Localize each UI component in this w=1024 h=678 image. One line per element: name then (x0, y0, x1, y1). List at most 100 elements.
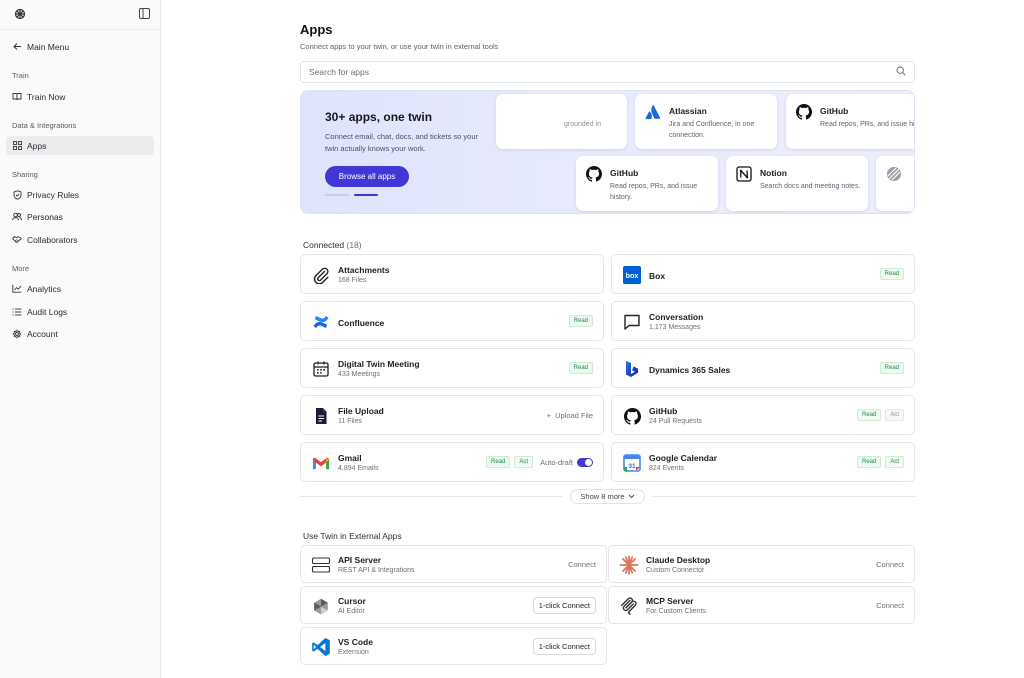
sidebar-item-privacy-rules[interactable]: Privacy Rules (6, 185, 154, 204)
app-card-notion[interactable]: Notion Search docs and meeting notes. (726, 156, 868, 211)
carousel-dot-active[interactable] (354, 194, 378, 196)
connected-app-google-calendar[interactable]: 31 Google Calendar 824 Events Read Act (611, 442, 915, 482)
app-stat: 24 Pull Requests (649, 418, 702, 425)
search-bar[interactable] (300, 61, 915, 83)
page-subtitle: Connect apps to your twin, or use your t… (300, 42, 499, 51)
connect-button[interactable]: Connect (876, 601, 904, 610)
act-badge[interactable]: Act (514, 456, 534, 468)
card-description: Search docs and meeting notes. (760, 183, 861, 190)
connected-app-github[interactable]: GitHub 24 Pull Requests Read Act (611, 395, 915, 435)
upload-file-button[interactable]: + Upload File (547, 396, 593, 434)
external-app-cursor[interactable]: Cursor AI Editor 1-click Connect (300, 586, 607, 624)
sidebar-item-account[interactable]: Account (6, 324, 154, 343)
sidebar-item-analytics[interactable]: Analytics (6, 279, 154, 298)
one-click-connect-button[interactable]: 1-click Connect (532, 637, 596, 655)
stripes-logo-icon (886, 166, 902, 182)
external-app-vs-code[interactable]: VS Code Extension 1-click Connect (300, 627, 607, 665)
promo-banner: 30+ apps, one twin Connect email, chat, … (300, 90, 915, 214)
connect-button[interactable]: Connect (568, 560, 596, 569)
app-card-atlassian[interactable]: Atlassian Jira and Confluence, in one co… (635, 94, 777, 149)
gmail-icon (312, 454, 330, 472)
handshake-icon (12, 235, 22, 245)
connected-app-digital-twin-meeting[interactable]: Digital Twin Meeting 433 Meetings Read (300, 348, 604, 388)
connected-app-confluence[interactable]: Confluence Read (300, 301, 604, 341)
sidebar-item-label: Privacy Rules (27, 189, 79, 200)
sidebar-item-personas[interactable]: Personas (6, 207, 154, 226)
sidebar-item-main-menu[interactable]: Main Menu (6, 37, 154, 56)
browse-all-apps-button[interactable]: Browse all apps (325, 166, 409, 187)
upload-file-label: Upload File (555, 410, 593, 420)
sidebar-item-collaborators[interactable]: Collaborators (6, 230, 154, 249)
show-more-label: Show 8 more (580, 492, 625, 501)
act-badge-disabled[interactable]: Act (885, 409, 904, 421)
app-card-github-bottom[interactable]: GitHub Read repos, PRs, and issue histor… (576, 156, 718, 211)
sidebar-item-train-now[interactable]: Train Now (6, 87, 154, 106)
sidebar-item-label: Main Menu (27, 41, 70, 52)
read-badge: Read (879, 362, 904, 374)
sidebar-item-label: Collaborators (27, 234, 78, 245)
page-title: Apps (300, 22, 333, 37)
notion-icon (736, 166, 752, 182)
app-description: REST API & Integrations (338, 567, 415, 574)
act-badge[interactable]: Act (885, 456, 904, 468)
app-card-partial[interactable]: grounded in (496, 94, 627, 149)
logo-icon[interactable] (14, 8, 26, 22)
divider (300, 496, 562, 497)
app-description: AI Editor (338, 608, 365, 615)
sidebar-item-label: Analytics (27, 283, 62, 294)
search-input[interactable] (309, 67, 869, 77)
app-name: Dynamics 365 Sales (649, 365, 731, 375)
external-app-api-server[interactable]: API Server REST API & Integrations Conne… (300, 545, 607, 583)
app-name: File Upload (338, 406, 384, 416)
app-card-github-top[interactable]: GitHub Read repos, PRs, and issue histor… (786, 94, 914, 149)
auto-draft-toggle[interactable] (577, 457, 593, 467)
search-icon[interactable] (896, 66, 906, 78)
app-name: Claude Desktop (646, 555, 711, 565)
sidebar-toggle-icon[interactable] (139, 8, 150, 21)
confluence-icon (312, 313, 330, 331)
dynamics-icon (623, 360, 641, 378)
sidebar-item-audit-logs[interactable]: Audit Logs (6, 302, 154, 321)
read-badge: Read (856, 456, 882, 468)
app-stat: 1,173 Messages (649, 324, 701, 331)
connected-app-box[interactable]: box Box Read (611, 254, 915, 294)
connected-title-label: Connected (303, 240, 345, 250)
gear-icon (12, 329, 22, 339)
sidebar-item-label: Audit Logs (27, 306, 68, 317)
banner-title: 30+ apps, one twin (325, 110, 433, 124)
card-partial-text: grounded in (564, 121, 601, 128)
sidebar-item-apps[interactable]: Apps (6, 136, 154, 155)
external-app-claude-desktop[interactable]: Claude Desktop Custom Connector Connect (608, 545, 915, 583)
mcp-icon (619, 596, 639, 616)
connected-app-attachments[interactable]: Attachments 168 Files (300, 254, 604, 294)
app-name: API Server (338, 555, 381, 565)
file-icon (312, 407, 330, 425)
github-icon (623, 407, 641, 425)
sidebar-item-label: Apps (27, 140, 47, 151)
sidebar-item-label: Train Now (27, 91, 66, 102)
badge-group: Read (568, 349, 593, 387)
external-app-mcp-server[interactable]: MCP Server For Custom Clients Connect (608, 586, 915, 624)
app-description: Extension (338, 649, 369, 656)
atlassian-icon (645, 104, 661, 120)
carousel-dot[interactable] (325, 194, 349, 196)
app-name: Box (649, 271, 666, 281)
plus-icon: + (546, 410, 552, 420)
banner-description: Connect email, chat, docs, and tickets s… (325, 132, 478, 153)
arrow-left-icon (12, 42, 22, 52)
grid-icon (12, 141, 22, 151)
shield-icon (12, 189, 22, 200)
read-badge: Read (568, 362, 593, 374)
show-more-button[interactable]: Show 8 more (570, 489, 645, 504)
app-name: Conversation (649, 312, 704, 322)
card-name: GitHub (820, 106, 849, 116)
connected-app-file-upload[interactable]: File Upload 11 Files + Upload File (300, 395, 604, 435)
sidebar-section-train: Train (12, 71, 29, 80)
one-click-connect-button[interactable]: 1-click Connect (532, 596, 596, 614)
connected-app-conversation[interactable]: Conversation 1,173 Messages (611, 301, 915, 341)
external-section-title: Use Twin in External Apps (303, 531, 402, 541)
connect-button[interactable]: Connect (876, 560, 904, 569)
app-card-partial-right[interactable] (876, 156, 914, 211)
connected-app-gmail[interactable]: Gmail 4,894 Emails Read Act Auto-draft (300, 442, 604, 482)
connected-app-dynamics-365[interactable]: Dynamics 365 Sales Read (611, 348, 915, 388)
